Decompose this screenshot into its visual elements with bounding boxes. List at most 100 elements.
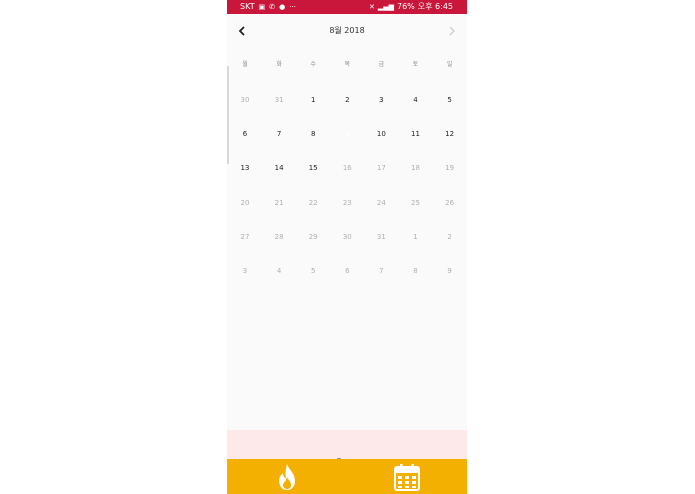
tab-calendar[interactable] [347,459,467,494]
day-number: 18 [411,164,420,173]
day-number: 9 [447,267,452,275]
day-cell[interactable]: 2 [433,220,467,254]
day-cell[interactable]: 19 [433,151,467,185]
day-number: 6 [242,130,248,139]
day-cell[interactable]: 25 [399,186,433,220]
day-number: 16 [342,164,352,173]
day-cell[interactable]: 4 [262,254,296,288]
bottom-panel[interactable] [227,430,467,459]
flame-icon [279,463,295,490]
day-cell[interactable]: 8 [296,117,330,151]
day-number: 3 [242,267,248,275]
day-cell[interactable]: 29 [296,220,330,254]
image-icon: ▣ [258,3,266,11]
day-cell[interactable]: 6 [330,254,364,288]
battery-label: 76% [396,2,415,11]
day-cell[interactable]: 23 [330,186,364,220]
day-number: 12 [445,130,455,139]
tab-flame[interactable] [227,459,347,494]
day-cell[interactable]: 21 [262,186,296,220]
day-number: 13 [240,164,250,173]
day-number: 1 [310,96,316,104]
day-number: 1 [413,232,418,241]
day-number: 5 [447,96,452,104]
day-number: 31 [376,232,386,241]
day-cell[interactable]: 31 [262,83,296,117]
day-cell[interactable]: 6 [228,117,262,151]
day-number: 8 [310,130,316,139]
weekday-label: 목 [344,61,351,68]
day-number: 30 [240,96,250,104]
day-cell[interactable]: 11 [399,117,433,151]
chevron-right-icon [449,26,455,36]
next-month-button[interactable] [445,22,459,40]
day-cell[interactable]: 31 [364,220,398,254]
day-cell[interactable]: 18 [399,151,433,185]
day-number: 8 [413,267,418,275]
day-cell[interactable]: 26 [433,186,467,220]
day-number: 21 [274,198,284,207]
day-cell[interactable]: 1 [399,220,433,254]
day-number: 7 [379,267,384,275]
day-number: 11 [411,130,420,139]
day-cell[interactable]: 4 [399,83,433,117]
weekday-label: 토 [412,61,419,68]
day-cell[interactable]: 24 [364,186,398,220]
day-cell[interactable]: 17 [364,151,398,185]
day-number: 27 [240,232,250,241]
more-icon: ··· [289,3,296,11]
day-cell[interactable]: 20 [228,186,262,220]
day-cell[interactable]: 7 [262,117,296,151]
status-bar: SKT ▣ ✆ ● ··· ✕ ▂▄▆ 76% 오후 6:45 [227,0,467,14]
day-number: 14 [274,164,284,173]
day-number: 10 [376,130,386,139]
day-cell[interactable]: 5 [433,83,467,117]
phone-icon: ✆ [269,3,276,11]
day-number: 4 [276,267,282,275]
day-cell[interactable]: 7 [364,254,398,288]
day-cell[interactable]: 22 [296,186,330,220]
day-number: 7 [276,130,282,139]
day-cell[interactable]: 5 [296,254,330,288]
day-cell[interactable]: 10 [364,117,398,151]
day-number: 31 [274,96,284,104]
day-number: 29 [308,232,318,241]
carrier-label: SKT [240,2,255,11]
status-left: SKT ▣ ✆ ● ··· [240,0,296,14]
day-cell[interactable]: 14 [262,151,296,185]
month-nav: 8월 2018 [227,22,467,40]
day-cell[interactable]: 3 [228,254,262,288]
day-number: 30 [342,232,352,241]
day-number: 9 [345,130,350,139]
day-number: 22 [308,198,318,207]
day-cell[interactable]: 16 [330,151,364,185]
day-cell[interactable]: 3 [364,83,398,117]
day-cell[interactable]: 30 [228,83,262,117]
calendar-icon [394,463,420,491]
day-cell[interactable]: 15 [296,151,330,185]
day-cell[interactable]: 28 [262,220,296,254]
day-cell[interactable]: 30 [330,220,364,254]
day-number: 26 [445,198,455,207]
day-number: 2 [447,232,452,241]
weekday-label: 일 [446,61,453,68]
day-cell[interactable]: 2 [330,83,364,117]
tab-bar [227,459,467,494]
day-number: 25 [411,198,420,207]
mute-icon: ✕ [368,3,375,11]
day-number: 6 [345,267,350,275]
weekday-label: 화 [276,61,282,68]
day-cell[interactable]: 1 [296,83,330,117]
selected-day-cell[interactable]: 9 [330,117,365,152]
day-number: 23 [342,198,352,207]
day-cell[interactable]: 13 [228,151,262,185]
day-number: 4 [413,96,418,104]
day-number: 19 [445,164,455,173]
day-number: 28 [274,232,284,241]
day-cell[interactable]: 8 [399,254,433,288]
day-cell[interactable]: 9 [433,254,467,288]
time-label: 오후 6:45 [417,2,453,11]
day-cell[interactable]: 12 [433,117,467,151]
day-cell[interactable]: 27 [228,220,262,254]
lte-signal-icon: ▂▄▆ [377,3,394,11]
